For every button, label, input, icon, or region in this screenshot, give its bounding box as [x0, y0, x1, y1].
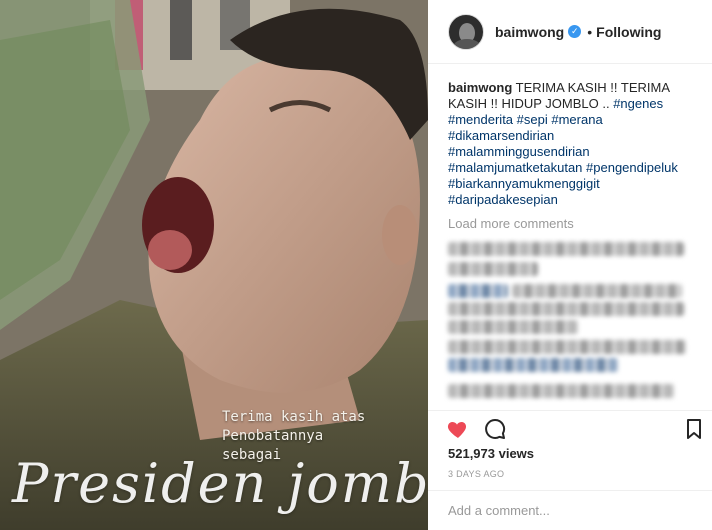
bookmark-icon[interactable]	[682, 417, 706, 441]
post-details-panel: baimwong ✓ • Following baimwong TERIMA K…	[428, 0, 712, 530]
hashtag-link[interactable]: #sepi	[517, 112, 548, 127]
separator-dot: •	[587, 23, 593, 40]
header-username[interactable]: baimwong	[495, 24, 564, 40]
hashtag-link[interactable]: #malamminggusendirian	[448, 144, 698, 160]
overlay-script-text: Presiden jomblo	[12, 452, 428, 515]
verified-badge-icon: ✓	[568, 25, 582, 38]
comment-icon[interactable]	[483, 417, 507, 441]
post-timestamp[interactable]: 3 DAYS AGO	[448, 469, 504, 479]
hashtag-link[interactable]: #dikamarsendirian	[448, 128, 698, 144]
hashtag-link[interactable]: #biarkannyamukmenggigit	[448, 176, 698, 192]
views-count[interactable]: 521,973 views	[448, 446, 534, 461]
load-more-comments-link[interactable]: Load more comments	[448, 216, 574, 231]
hashtag-link[interactable]: #daripadakesepian	[448, 192, 698, 208]
caption-username[interactable]: baimwong	[448, 80, 512, 95]
hashtag-link[interactable]: #merana	[551, 112, 602, 127]
post-header: baimwong ✓ • Following	[428, 0, 712, 64]
following-button[interactable]: Following	[596, 24, 661, 40]
post-media[interactable]: Terima kasih atas Penobatannya sebagai P…	[0, 0, 428, 530]
caption-block: baimwong TERIMA KASIH !! TERIMA KASIH !!…	[448, 80, 698, 208]
heart-icon[interactable]	[446, 417, 470, 441]
avatar[interactable]	[448, 13, 484, 50]
hashtag-link[interactable]: #menderita	[448, 112, 513, 127]
hashtag-link[interactable]: #pengendipeluk	[586, 160, 678, 175]
comment-bar	[428, 490, 712, 530]
overlay-line: Penobatannya	[222, 428, 324, 444]
blurred-comments	[448, 236, 698, 408]
action-bar	[428, 410, 712, 442]
hashtag-link[interactable]: #malamjumatketakutan	[448, 160, 582, 175]
overlay-line: Terima kasih atas	[222, 409, 366, 425]
comment-input[interactable]	[448, 503, 698, 518]
hashtag-link[interactable]: #ngenes	[613, 96, 663, 111]
